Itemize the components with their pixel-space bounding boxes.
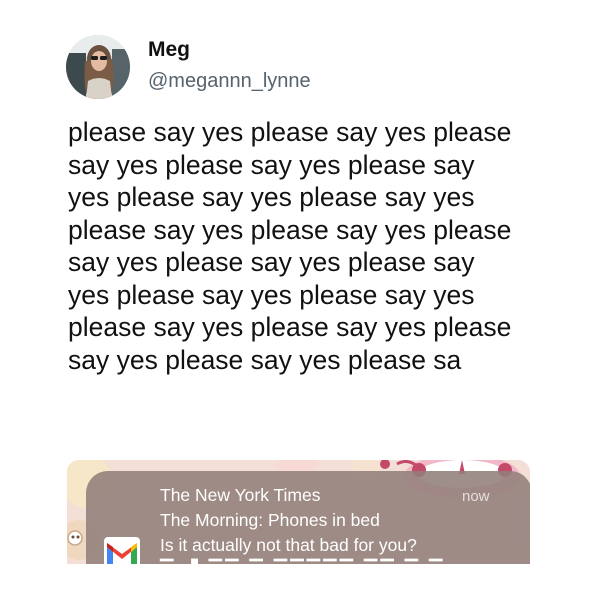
notification-source: The New York Times	[160, 485, 321, 505]
avatar-photo	[66, 35, 130, 99]
tweet-screenshot: Meg @megannn_lynne please say yes please…	[0, 0, 599, 599]
tweet-text-line: yes please say yes please say yes	[68, 182, 475, 212]
gmail-logo-mark	[107, 543, 137, 564]
tweet-text-line: please say yes please say yes please	[68, 214, 512, 245]
gmail-icon	[104, 537, 140, 564]
notification-time: now	[462, 488, 490, 505]
tweet-text-line: say yes please say yes please sa	[68, 344, 462, 375]
author-handle[interactable]: @megannn_lynne	[148, 70, 311, 93]
notification-title: The Morning: Phones in bed	[160, 510, 380, 530]
notification-body: Is it actually not that bad for you?	[160, 535, 417, 555]
tweet-text-line: say yes please say yes please say	[68, 149, 475, 180]
tweet-text-line: say yes please say yes please say	[68, 247, 475, 277]
tweet-text-line: yes please say yes please say yes	[68, 279, 475, 310]
avatar[interactable]	[66, 35, 130, 99]
author-name[interactable]: Meg	[148, 38, 190, 62]
notification-cut-off-text: ▔ ▝ ▔▔ ▔ ▔▔▔▔▔ ▔▔ ▔ ▔	[160, 559, 445, 564]
tweet-text: please say yes please say yes please say…	[68, 116, 538, 376]
tweet-text-line: please say yes please say yes please	[68, 312, 512, 342]
notification-screenshot: The New York Times now The Morning: Phon…	[67, 460, 530, 564]
tweet-text-line: please say yes please say yes please	[68, 117, 512, 147]
